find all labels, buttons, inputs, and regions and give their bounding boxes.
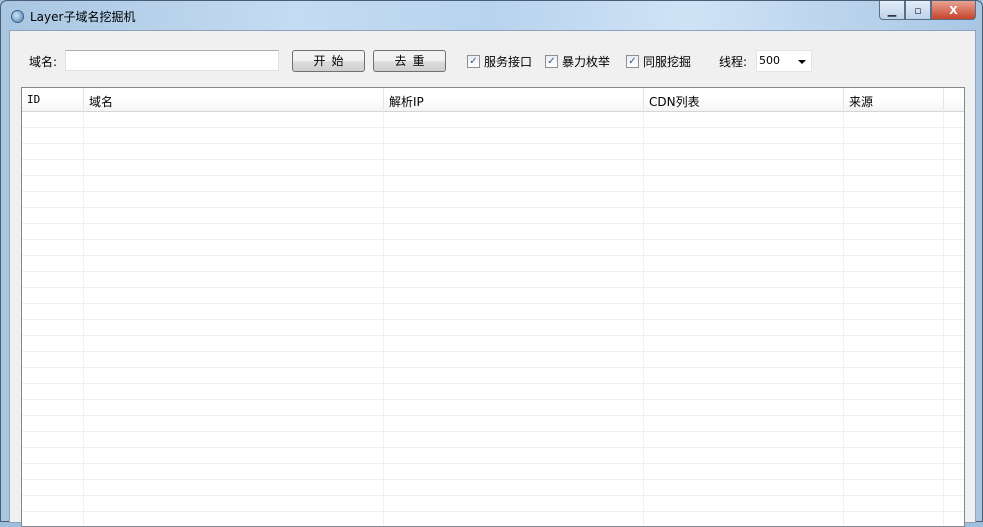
domain-input[interactable] bbox=[65, 50, 279, 71]
checkbox-label: 暴力枚举 bbox=[562, 55, 611, 69]
title-bar: Layer子域名挖掘机 bbox=[11, 8, 135, 25]
maximize-button[interactable]: ▫ bbox=[905, 1, 931, 20]
close-button[interactable]: X bbox=[931, 1, 976, 20]
table-body bbox=[22, 112, 964, 526]
domain-label: 域名: bbox=[29, 55, 58, 69]
checkbox-checked-icon[interactable]: ✓ bbox=[626, 55, 639, 68]
column-divider bbox=[843, 112, 844, 526]
start-button[interactable]: 开始 bbox=[292, 50, 365, 72]
checkbox-same-server[interactable]: ✓ 同服挖掘 bbox=[626, 53, 691, 70]
results-table[interactable]: ID 域名 解析IP CDN列表 来源 bbox=[21, 87, 965, 527]
checkbox-service-api[interactable]: ✓ 服务接口 bbox=[467, 53, 532, 70]
column-divider bbox=[643, 112, 644, 526]
column-header-ip[interactable]: 解析IP bbox=[384, 88, 644, 112]
table-header: ID 域名 解析IP CDN列表 来源 bbox=[22, 88, 964, 112]
column-header-cdn[interactable]: CDN列表 bbox=[644, 88, 844, 112]
checkbox-checked-icon[interactable]: ✓ bbox=[467, 55, 480, 68]
dedupe-button[interactable]: 去重 bbox=[373, 50, 446, 72]
client-area: 域名: 开始 去重 ✓ 服务接口 ✓ 暴力枚举 ✓ 同服挖掘 线程: 500 I… bbox=[9, 30, 976, 527]
threads-select[interactable]: 500 bbox=[756, 50, 812, 72]
column-divider bbox=[943, 112, 944, 526]
column-header-domain[interactable]: 域名 bbox=[84, 88, 384, 112]
window-frame: Layer子域名挖掘机 ▁ ▫ X 域名: 开始 去重 ✓ 服务接口 ✓ 暴力枚… bbox=[0, 0, 983, 527]
app-icon bbox=[11, 10, 24, 23]
column-divider bbox=[383, 112, 384, 526]
checkbox-label: 服务接口 bbox=[484, 55, 533, 69]
checkbox-label: 同服挖掘 bbox=[643, 55, 692, 69]
threads-value: 500 bbox=[759, 54, 780, 67]
column-divider bbox=[83, 112, 84, 526]
window-title: Layer子域名挖掘机 bbox=[30, 10, 136, 24]
threads-label: 线程: bbox=[719, 55, 748, 69]
column-header-id[interactable]: ID bbox=[22, 88, 84, 112]
minimize-button[interactable]: ▁ bbox=[879, 1, 905, 20]
chevron-down-icon bbox=[798, 60, 806, 64]
column-header-source[interactable]: 来源 bbox=[844, 88, 944, 112]
checkbox-checked-icon[interactable]: ✓ bbox=[545, 55, 558, 68]
checkbox-brute-force[interactable]: ✓ 暴力枚举 bbox=[545, 53, 610, 70]
